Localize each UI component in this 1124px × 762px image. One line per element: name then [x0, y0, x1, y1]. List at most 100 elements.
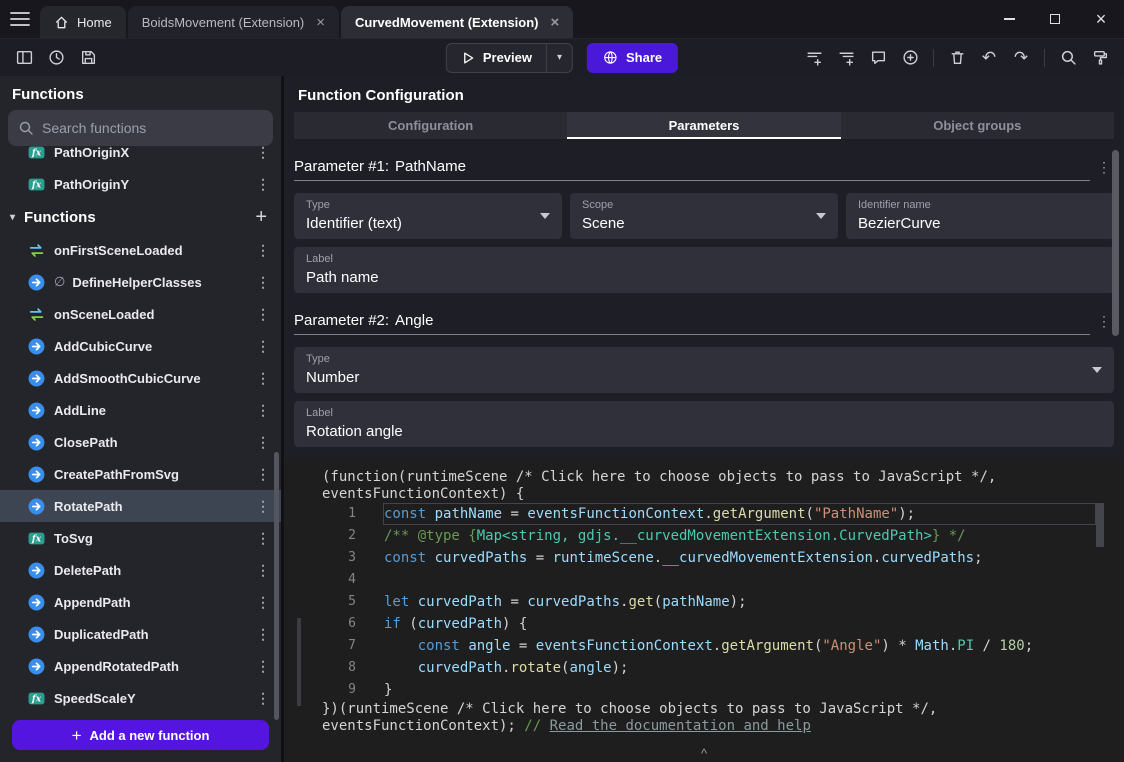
parameter-name-field[interactable]: Parameter #1:PathName: [294, 158, 1090, 181]
tab-home[interactable]: Home: [40, 6, 126, 38]
maximize-button[interactable]: [1032, 0, 1078, 38]
sidebar-item-definehelperclasses[interactable]: ∅DefineHelperClasses⋮: [0, 266, 281, 298]
close-tab-icon[interactable]: ×: [551, 15, 560, 30]
tab-boidsmovement-extension[interactable]: BoidsMovement (Extension)×: [128, 6, 339, 38]
comment-icon[interactable]: [864, 44, 892, 72]
parameter-menu-button[interactable]: ⋮: [1094, 313, 1114, 330]
tab-object-groups[interactable]: Object groups: [841, 112, 1114, 139]
item-menu-button[interactable]: ⋮: [253, 658, 273, 675]
functions-section-header[interactable]: ▾Functions+: [0, 200, 281, 234]
field-type[interactable]: TypeNumber: [294, 347, 1114, 393]
sidebar-item-deletepath[interactable]: DeletePath ⋮: [0, 554, 281, 586]
item-menu-button[interactable]: ⋮: [253, 690, 273, 707]
code-scrollbar[interactable]: [1096, 503, 1104, 547]
sidebar-item-pathoriginy[interactable]: fxPathOriginY⋮: [0, 168, 281, 200]
sidebar-scrollbar[interactable]: [274, 452, 279, 720]
field-label[interactable]: LabelRotation angle: [294, 401, 1114, 447]
sidebar-item-onfirstsceneloaded[interactable]: onFirstSceneLoaded⋮: [0, 234, 281, 266]
config-tabbar: ConfigurationParametersObject groups: [294, 112, 1114, 139]
main-menu-button[interactable]: [0, 0, 40, 38]
code-line-3[interactable]: 3const curvedPaths = runtimeScene.__curv…: [284, 547, 1124, 569]
sidebar-item-addsmoothcubiccurve[interactable]: AddSmoothCubicCurve⋮: [0, 362, 281, 394]
parameter-menu-button[interactable]: ⋮: [1094, 159, 1114, 176]
add-subevent-icon[interactable]: [832, 44, 860, 72]
item-menu-button[interactable]: ⋮: [253, 146, 273, 161]
tab-curvedmovement-extension[interactable]: CurvedMovement (Extension)×: [341, 6, 573, 38]
add-circle-icon[interactable]: [896, 44, 924, 72]
preview-options-button[interactable]: ▾: [546, 44, 572, 72]
add-function-icon-button[interactable]: +: [255, 207, 267, 227]
sidebar-item-addcubiccurve[interactable]: AddCubicCurve⋮: [0, 330, 281, 362]
code-wrapper-line[interactable]: eventsFunctionContext) {: [284, 486, 1124, 503]
item-menu-button[interactable]: ⋮: [253, 594, 273, 611]
code-line-7[interactable]: 7 const angle = eventsFunctionContext.ge…: [284, 635, 1124, 657]
function-name: DeletePath: [54, 563, 121, 578]
field-identifier-name[interactable]: Identifier nameBezierCurve: [846, 193, 1114, 239]
documentation-link[interactable]: Read the documentation and help: [550, 718, 811, 734]
collapse-editor-button[interactable]: ^: [701, 746, 707, 761]
code-line-6[interactable]: 6if (curvedPath) {: [284, 613, 1124, 635]
sidebar-item-pathoriginx[interactable]: fxPathOriginX⋮: [0, 146, 281, 168]
item-menu-button[interactable]: ⋮: [253, 562, 273, 579]
item-menu-button[interactable]: ⋮: [253, 466, 273, 483]
sidebar-item-duplicatedpath[interactable]: DuplicatedPath⋮: [0, 618, 281, 650]
item-menu-button[interactable]: ⋮: [253, 498, 273, 515]
item-menu-button[interactable]: ⋮: [253, 338, 273, 355]
sidebar-item-onsceneloaded[interactable]: onSceneLoaded⋮: [0, 298, 281, 330]
redo-icon[interactable]: ↷: [1007, 44, 1035, 72]
save-icon[interactable]: [74, 44, 102, 72]
history-icon[interactable]: [42, 44, 70, 72]
share-button[interactable]: Share: [587, 43, 678, 73]
code-wrapper-line[interactable]: eventsFunctionContext); // Read the docu…: [284, 718, 1124, 735]
appearance-icon[interactable]: [1086, 44, 1114, 72]
undo-icon[interactable]: ↶: [975, 44, 1003, 72]
sidebar-item-appendrotatedpath[interactable]: AppendRotatedPath⋮: [0, 650, 281, 682]
preview-button[interactable]: Preview: [447, 44, 546, 72]
code-editor[interactable]: (function(runtimeScene /* Click here to …: [284, 457, 1124, 762]
code-line-8[interactable]: 8 curvedPath.rotate(angle);: [284, 657, 1124, 679]
sidebar-item-addline[interactable]: AddLine⋮: [0, 394, 281, 426]
item-menu-button[interactable]: ⋮: [253, 176, 273, 193]
item-menu-button[interactable]: ⋮: [253, 434, 273, 451]
code-line-4[interactable]: 4: [284, 569, 1124, 591]
code-token: curvedPaths: [435, 550, 528, 566]
sidebar-item-speedscaley[interactable]: fxSpeedScaleY⋮: [0, 682, 281, 712]
code-line-2[interactable]: 2/** @type {Map<string, gdjs.__curvedMov…: [284, 525, 1124, 547]
parameters-scrollbar[interactable]: [1112, 150, 1119, 336]
tab-parameters[interactable]: Parameters: [567, 112, 840, 139]
code-line-1[interactable]: 1const pathName = eventsFunctionContext.…: [284, 503, 1124, 525]
add-event-icon[interactable]: [800, 44, 828, 72]
sidebar-item-tosvg[interactable]: fxToSvg⋮: [0, 522, 281, 554]
minimize-button[interactable]: [986, 0, 1032, 38]
field-label[interactable]: LabelPath name: [294, 247, 1114, 293]
code-line-9[interactable]: 9}: [284, 679, 1124, 701]
close-tab-icon[interactable]: ×: [316, 15, 325, 30]
item-menu-button[interactable]: ⋮: [253, 626, 273, 643]
item-menu-button[interactable]: ⋮: [253, 530, 273, 547]
sidebar-item-appendpath[interactable]: AppendPath⋮: [0, 586, 281, 618]
item-menu-button[interactable]: ⋮: [253, 402, 273, 419]
search-icon[interactable]: [1054, 44, 1082, 72]
chevron-down-icon: [1092, 367, 1102, 373]
sidebar-item-rotatepath[interactable]: RotatePath⋮: [0, 490, 281, 522]
code-wrapper-line[interactable]: (function(runtimeScene /* Click here to …: [284, 469, 1124, 486]
code-token: getArgument: [721, 638, 814, 654]
code-wrapper-line[interactable]: })(runtimeScene /* Click here to choose …: [284, 701, 1124, 718]
panels-icon[interactable]: [10, 44, 38, 72]
item-menu-button[interactable]: ⋮: [253, 242, 273, 259]
trash-icon[interactable]: [943, 44, 971, 72]
tab-configuration[interactable]: Configuration: [294, 112, 567, 139]
add-function-button[interactable]: + Add a new function: [12, 720, 269, 750]
search-input[interactable]: [42, 120, 263, 136]
sidebar-item-createpathfromsvg[interactable]: CreatePathFromSvg⋮: [0, 458, 281, 490]
close-button[interactable]: ×: [1078, 0, 1124, 38]
parameter-name-field[interactable]: Parameter #2:Angle: [294, 312, 1090, 335]
item-menu-button[interactable]: ⋮: [253, 306, 273, 323]
item-menu-button[interactable]: ⋮: [253, 274, 273, 291]
field-type[interactable]: TypeIdentifier (text): [294, 193, 562, 239]
sidebar-item-closepath[interactable]: ClosePath⋮: [0, 426, 281, 458]
code-line-5[interactable]: 5let curvedPath = curvedPaths.get(pathNa…: [284, 591, 1124, 613]
search-box[interactable]: [8, 110, 273, 146]
item-menu-button[interactable]: ⋮: [253, 370, 273, 387]
field-scope[interactable]: ScopeScene: [570, 193, 838, 239]
